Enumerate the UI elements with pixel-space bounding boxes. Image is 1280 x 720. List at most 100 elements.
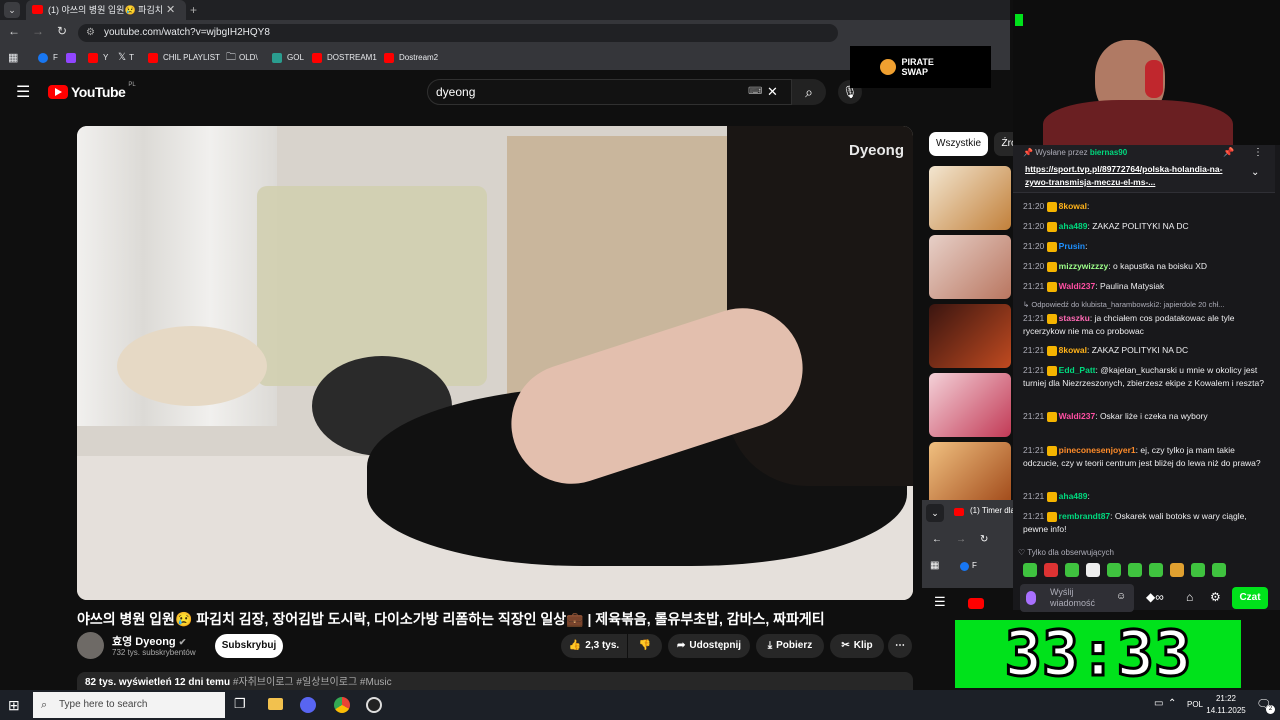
- youtube-favicon-icon: [954, 508, 964, 516]
- youtube-logo[interactable]: YouTube PL: [48, 82, 136, 102]
- reload-icon[interactable]: ↻: [980, 534, 988, 545]
- bookmark-dostream1[interactable]: DOSTREAM1: [312, 49, 377, 67]
- chrome-icon[interactable]: [334, 697, 350, 713]
- description-box[interactable]: 82 tys. wyświetleń 12 dni temu #자취브이로그 #…: [77, 672, 913, 692]
- site-info-icon[interactable]: ⚙: [86, 24, 95, 42]
- pinned-link[interactable]: https://sport.tvp.pl/89772764/polska-hol…: [1025, 163, 1245, 189]
- emote-picker-icon[interactable]: ☺: [1116, 591, 1126, 602]
- microphone-icon[interactable]: [1026, 591, 1036, 605]
- back-arrow-icon[interactable]: ←: [8, 24, 20, 38]
- chat-username[interactable]: Waldi237: [1059, 411, 1096, 421]
- discord-icon[interactable]: [300, 697, 316, 713]
- search-input[interactable]: dyeong ⌨ ✕: [427, 79, 792, 105]
- share-button[interactable]: ➦ Udostępnij: [668, 634, 750, 658]
- forward-arrow-icon[interactable]: →: [32, 24, 44, 38]
- chat-username[interactable]: staszku: [1059, 313, 1090, 323]
- tab-close-icon[interactable]: ✕: [166, 0, 175, 20]
- emote-icon[interactable]: [1149, 563, 1163, 577]
- tab-list-button[interactable]: ⌄: [4, 2, 20, 18]
- taskbar-clock[interactable]: 21:22 14.11.2025: [1206, 693, 1246, 717]
- reload-icon[interactable]: ↻: [57, 24, 67, 38]
- tab-list-button[interactable]: ⌄: [926, 504, 944, 522]
- chat-username[interactable]: 8kowal: [1059, 201, 1087, 211]
- subscribe-button[interactable]: Subskrybuj: [215, 634, 283, 658]
- apps-grid-icon[interactable]: ▦: [930, 560, 939, 571]
- chat-username[interactable]: Waldi237: [1059, 281, 1096, 291]
- menu-icon[interactable]: ☰: [934, 594, 946, 610]
- unpin-icon[interactable]: 📌: [1223, 147, 1234, 158]
- related-thumbnail[interactable]: [929, 235, 1011, 299]
- keyboard-icon[interactable]: ⌨: [748, 80, 762, 104]
- related-thumbnail[interactable]: [929, 442, 1011, 506]
- search-button[interactable]: ⌕: [792, 79, 826, 105]
- settings-gear-icon[interactable]: ⚙: [1210, 590, 1221, 604]
- clear-search-icon[interactable]: ✕: [767, 80, 778, 104]
- chat-username[interactable]: Prusin: [1059, 241, 1085, 251]
- chat-input[interactable]: Wyślij wiadomość ☺: [1020, 584, 1134, 612]
- network-icon[interactable]: ▭: [1154, 698, 1163, 709]
- channel-avatar[interactable]: [77, 632, 104, 659]
- tray-chevron-icon[interactable]: ⌃: [1168, 698, 1176, 709]
- chat-username[interactable]: rembrandt87: [1059, 511, 1111, 521]
- nested-tab-title[interactable]: (1) Timer dla: [970, 506, 1015, 515]
- channel-name[interactable]: 효영 Dyeong ✔: [112, 633, 186, 649]
- chat-username[interactable]: aha489: [1059, 491, 1088, 501]
- language-indicator[interactable]: POL: [1187, 700, 1203, 709]
- back-arrow-icon[interactable]: ←: [932, 534, 942, 545]
- bookmark-facebook[interactable]: F: [38, 49, 58, 67]
- expand-chevron-icon[interactable]: ⌄: [1251, 167, 1259, 178]
- chat-username[interactable]: 8kowal: [1059, 345, 1087, 355]
- browser-tab-active[interactable]: (1) 야쓰의 병원 입원😢 파김치: [26, 0, 186, 20]
- more-actions-button[interactable]: ⋯: [888, 634, 912, 658]
- chat-username[interactable]: pineconesenjoyer1: [1059, 445, 1136, 455]
- store-icon[interactable]: ⌂: [1186, 590, 1193, 604]
- obs-icon[interactable]: [366, 697, 382, 713]
- bits-icon[interactable]: ◆∞: [1146, 590, 1164, 604]
- emote-icon[interactable]: [1191, 563, 1205, 577]
- chip-all[interactable]: Wszystkie: [929, 132, 988, 156]
- menu-icon[interactable]: ☰: [16, 82, 30, 102]
- related-thumbnail[interactable]: [929, 373, 1011, 437]
- chat-send-button[interactable]: Czat: [1232, 587, 1268, 609]
- emote-icon[interactable]: [1086, 563, 1100, 577]
- forward-arrow-icon[interactable]: →: [956, 534, 966, 545]
- chat-username[interactable]: Edd_Patt: [1059, 365, 1096, 375]
- nested-bookmark-label[interactable]: F: [972, 561, 977, 570]
- dislike-button[interactable]: 👎: [628, 634, 662, 658]
- bookmark-chil-playlist[interactable]: CHIL PLAYLIST: [148, 49, 220, 67]
- bookmark-old[interactable]: 🗀 OLD\: [226, 49, 258, 67]
- bookmark-youtube[interactable]: Y: [88, 49, 108, 67]
- related-thumbnail[interactable]: [929, 166, 1011, 230]
- taskbar-search-input[interactable]: ⌕ Type here to search: [33, 692, 225, 718]
- file-explorer-icon[interactable]: [268, 698, 283, 710]
- related-thumbnail[interactable]: [929, 304, 1011, 368]
- emote-icon[interactable]: [1044, 563, 1058, 577]
- emote-icon[interactable]: [1128, 563, 1142, 577]
- emote-icon[interactable]: [1212, 563, 1226, 577]
- emote-icon[interactable]: [1065, 563, 1079, 577]
- new-tab-button[interactable]: +: [190, 0, 197, 20]
- bookmark-x[interactable]: 𝕏T: [118, 49, 134, 67]
- emote-icon[interactable]: [1170, 563, 1184, 577]
- url-field[interactable]: ⚙ youtube.com/watch?v=wjbgIH2HQY8: [78, 24, 838, 42]
- more-options-icon[interactable]: ⋮: [1253, 147, 1263, 158]
- bookmark-gol[interactable]: GOL: [272, 49, 304, 67]
- scissors-icon: ✂: [841, 640, 850, 651]
- task-view-icon[interactable]: ❐: [234, 696, 246, 712]
- chat-timestamp: 21:21: [1023, 411, 1045, 421]
- chat-username[interactable]: aha489: [1059, 221, 1088, 231]
- pinned-message[interactable]: 📌 Wysłane przez biernas90 https://sport.…: [1013, 145, 1275, 193]
- apps-grid-icon[interactable]: ▦: [8, 49, 18, 67]
- bookmark-twitch[interactable]: [66, 49, 78, 67]
- clip-button[interactable]: ✂ Klip: [830, 634, 884, 658]
- chat-timestamp: 21:21: [1023, 511, 1045, 521]
- emote-icon[interactable]: [1107, 563, 1121, 577]
- chat-username[interactable]: mizzywizzzy: [1059, 261, 1109, 271]
- like-button[interactable]: 👍 2,3 tys.: [561, 634, 627, 658]
- emote-icon[interactable]: [1023, 563, 1037, 577]
- download-button[interactable]: ⤓ Pobierz: [756, 634, 824, 658]
- bookmark-dostream2[interactable]: Dostream2: [384, 49, 438, 67]
- video-player[interactable]: Dyeong: [77, 126, 913, 600]
- chat-timestamp: 21:21: [1023, 345, 1045, 355]
- windows-start-icon[interactable]: ⊞: [8, 697, 20, 714]
